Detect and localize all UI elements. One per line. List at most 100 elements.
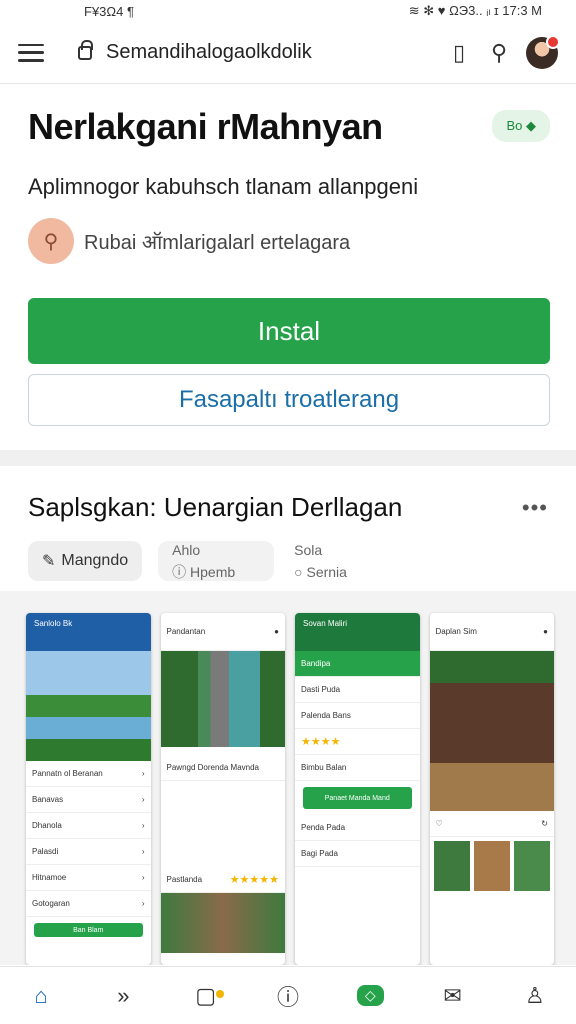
mail-icon[interactable]: ✉ — [433, 976, 473, 1016]
screenshot-2[interactable]: Pandantan ● Pawngd Dorenda Mavnda Pastlan… — [160, 613, 286, 965]
chip-label: Hpemb — [190, 564, 236, 580]
secondary-button[interactable]: Fasapaltı troatlerang — [28, 374, 550, 426]
screenshot-image — [160, 651, 285, 747]
screenshot-3[interactable]: Sovan Maliri Bandipa Dasti Puda Palenda … — [295, 613, 420, 965]
screenshot-header: Sanlolo Bk — [26, 613, 151, 651]
info-icon[interactable]: ⓘ — [268, 976, 308, 1016]
screenshot-row: Dasti Puda — [295, 677, 420, 703]
row-text: Palasdi — [32, 847, 59, 856]
user-avatar[interactable] — [526, 34, 560, 69]
screenshot-image — [429, 651, 554, 811]
screenshot-image — [26, 651, 151, 761]
forward-icon[interactable]: » — [103, 976, 143, 1016]
menu-icon[interactable] — [18, 43, 44, 62]
screenshot-row: Dhanola › — [26, 813, 151, 839]
row-text: Penda Pada — [301, 823, 346, 832]
row-text: Banavas — [32, 795, 64, 804]
chevron-icon: › — [141, 821, 145, 830]
screenshot-row: Penda Pada — [295, 815, 420, 841]
screenshot-row: Pawngd Dorenda Mavnda — [160, 755, 285, 781]
screenshot-button: Panaet Manda Mand — [303, 787, 412, 809]
chip-row: ✎ Mangndo Ahlo ⓘ Hpemb Sola ○ Sernia — [28, 541, 548, 581]
chat-icon[interactable]: ▢ — [186, 976, 226, 1016]
chip-info-wrap: ⓘ Hpemb — [172, 564, 235, 580]
more-options-icon[interactable]: ••• — [522, 495, 548, 521]
profile-icon[interactable]: ♙ — [515, 976, 555, 1016]
bottom-nav: ⌂ » ▢ ⓘ ◇ ✉ ♙ — [0, 966, 576, 1024]
chip-series[interactable]: Sola ○ Sernia — [290, 541, 351, 581]
row-text: Dasti Puda — [301, 685, 341, 694]
lock-icon — [78, 39, 93, 60]
row-text: Gotogaran — [32, 899, 70, 908]
pencil-icon: ✎ — [42, 553, 56, 570]
row-text: Pannatn ol Beranan — [32, 769, 103, 778]
status-right: ≋ ✻ ♥ ΩЭ3.. ᵢₗ ɪ 17:3 M — [408, 3, 542, 18]
row-text: Dhanola — [32, 821, 62, 830]
screenshot-row: Bagi Pada — [295, 841, 420, 867]
heart-icon: ♡ — [435, 819, 443, 828]
screenshot-row: Palasdi › — [26, 839, 151, 865]
screenshot-1[interactable]: Sanlolo Bk Pannatn ol Beranan › Banavas › … — [26, 613, 151, 965]
screenshot-row: Gotogaran › — [26, 891, 151, 917]
chevron-icon: › — [141, 873, 145, 882]
avatar-icon: ● — [274, 627, 279, 636]
rating-badge[interactable]: Bo ◆ — [492, 110, 550, 142]
screenshots-section: Saplsgkan: Uenargian Derllagan ••• ✎ Man… — [0, 466, 576, 591]
screenshot-row: Palenda Bans — [295, 703, 420, 729]
app-header: Nerlakgani rMahnyan Bo ◆ Aplimnogor kabu… — [0, 84, 576, 450]
row-text: Pastlanda — [166, 875, 203, 884]
screenshot-row: ♡ ↻ — [429, 811, 554, 837]
section-title: Saplsgkan: Uenargian Derllagan — [28, 492, 403, 522]
screenshot-row: Pannatn ol Beranan › — [26, 761, 151, 787]
screenshot-4[interactable]: Daplan Sim ● ♡ ↻ — [429, 613, 555, 965]
header-text: Pandantan — [166, 627, 206, 636]
chip-manage[interactable]: ✎ Mangndo — [28, 541, 143, 581]
thumbnail — [433, 841, 470, 891]
row-text: Pawngd Dorenda Mavnda — [166, 763, 260, 772]
reader-mode-icon[interactable]: ▯ — [446, 40, 472, 66]
chip-top-label: Sola — [294, 542, 323, 558]
thumbnail — [513, 841, 551, 891]
thumbnail-row — [430, 837, 555, 895]
developer-name[interactable]: Rubai ऑmlarigalarl ertelagara — [84, 228, 350, 255]
screenshot-row: ★★★★ — [295, 729, 420, 755]
header-text: Daplan Sim — [435, 627, 477, 636]
avatar-icon: ● — [543, 627, 548, 636]
screenshot-header: Daplan Sim ● — [429, 613, 554, 651]
home-icon[interactable]: ⌂ — [21, 976, 61, 1016]
chevron-icon: › — [141, 847, 145, 856]
stars: ★★★★ — [301, 736, 341, 748]
screenshot-button: Ban Blam — [34, 923, 143, 937]
chip-top-label: Ahlo — [172, 542, 201, 558]
url-field[interactable]: Semandihalogaolkdolik — [106, 41, 432, 64]
divider — [0, 450, 576, 466]
chip-series-wrap: ○ Sernia — [294, 564, 347, 580]
chevron-icon: › — [141, 769, 145, 778]
row-text: Bandipa — [301, 659, 331, 668]
screenshot-header: Pandantan ● — [160, 613, 285, 651]
apps-icon[interactable]: ◇ — [350, 976, 390, 1016]
screenshot-header: Sovan Maliri — [295, 613, 420, 651]
screenshot-row: Bimbu Balan — [295, 755, 420, 781]
install-button[interactable]: Instal — [28, 298, 550, 364]
developer-row[interactable]: ⚲ Rubai ऑmlarigalarl ertelagara — [28, 218, 550, 264]
circle-icon: ○ — [294, 564, 307, 580]
screenshot-carousel[interactable]: Sanlolo Bk Pannatn ol Beranan › Banavas › … — [0, 591, 576, 965]
screenshot-row: Pastlanda ★★★★★ — [160, 867, 285, 893]
chevron-icon: › — [141, 899, 145, 908]
status-left: F¥3Ω4 ¶ — [84, 3, 134, 19]
developer-avatar-icon: ⚲ — [28, 218, 74, 264]
screenshot-row: Banavas › — [26, 787, 151, 813]
screenshot-row: Bandipa — [295, 651, 420, 677]
row-text: Palenda Bans — [301, 711, 351, 720]
chevron-icon: › — [141, 795, 145, 804]
search-icon[interactable]: ⚲ — [486, 40, 512, 66]
browser-toolbar: Semandihalogaolkdolik ▯ ⚲ — [0, 22, 576, 84]
chip-info[interactable]: Ahlo ⓘ Hpemb — [158, 541, 275, 581]
screenshot-row: Hitnamoe › — [26, 865, 151, 891]
chip-label: Mangndo — [61, 552, 129, 569]
app-title: Nerlakgani rMahnyan — [28, 106, 383, 147]
stars: ★★★★★ — [229, 874, 279, 886]
chip-label: Sernia — [306, 564, 347, 580]
